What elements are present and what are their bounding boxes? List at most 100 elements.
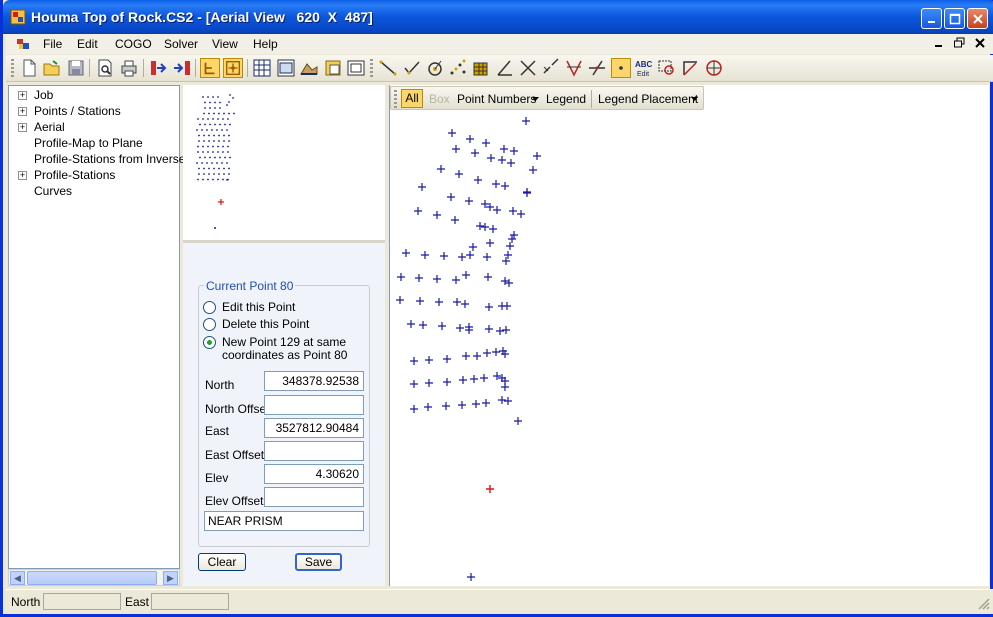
point-marker[interactable] [418, 183, 426, 191]
chevron-down-icon[interactable] [532, 97, 539, 101]
points-tool-icon[interactable] [448, 58, 468, 78]
maximize-button[interactable] [944, 8, 965, 29]
point-marker[interactable] [433, 211, 441, 219]
point-marker[interactable] [425, 379, 433, 387]
mdi-restore-icon[interactable] [954, 37, 965, 48]
expand-icon[interactable]: + [18, 123, 27, 132]
point-marker[interactable] [484, 273, 492, 281]
menu-solver[interactable]: Solver [164, 37, 198, 51]
point-marker[interactable] [419, 321, 427, 329]
point-marker[interactable] [533, 152, 541, 160]
elev-field[interactable]: 4.30620 [264, 464, 364, 484]
menu-file[interactable]: File [43, 37, 62, 51]
point-marker[interactable] [489, 225, 497, 233]
offset-tool-icon[interactable] [541, 58, 561, 78]
point-marker[interactable] [504, 251, 512, 259]
project-tree[interactable]: + Job + Points / Stations + Aerial Profi… [8, 85, 185, 569]
point-marker[interactable] [443, 355, 451, 363]
save-icon[interactable] [66, 58, 86, 78]
single-point-tool-icon[interactable] [611, 58, 631, 78]
point-marker[interactable] [465, 197, 473, 205]
mdi-child-icon[interactable] [16, 37, 30, 51]
export-icon[interactable] [172, 58, 192, 78]
north-offset-field[interactable] [264, 395, 364, 415]
point-marker[interactable] [529, 166, 537, 174]
point-marker[interactable] [473, 352, 481, 360]
point-marker[interactable] [492, 180, 500, 188]
point-marker[interactable] [458, 253, 466, 261]
point-marker[interactable] [501, 383, 509, 391]
angle-tool-icon[interactable] [495, 58, 515, 78]
point-marker[interactable] [474, 176, 482, 184]
point-marker[interactable] [480, 374, 488, 382]
point-marker[interactable] [415, 274, 423, 282]
point-marker[interactable] [455, 170, 463, 178]
point-marker[interactable] [397, 273, 405, 281]
point-marker[interactable] [469, 243, 477, 251]
map-toolbar-grip[interactable] [394, 90, 397, 108]
import-icon[interactable] [149, 58, 169, 78]
current-point-marker[interactable] [486, 485, 494, 493]
point-marker[interactable] [410, 405, 418, 413]
point-marker[interactable] [456, 324, 464, 332]
mdi-close-icon[interactable] [975, 38, 985, 48]
profile-icon[interactable] [299, 58, 319, 78]
point-marker[interactable] [482, 139, 490, 147]
tree-horizontal-scrollbar[interactable]: ◀ ▶ [8, 569, 180, 586]
new-point-label-line2[interactable]: coordinates as Point 80 [222, 349, 347, 362]
point-marker[interactable] [481, 223, 489, 231]
scroll-thumb[interactable] [27, 571, 157, 585]
point-marker[interactable] [483, 349, 491, 357]
point-marker[interactable] [466, 135, 474, 143]
point-marker[interactable] [453, 298, 461, 306]
point-marker[interactable] [517, 210, 525, 218]
point-marker[interactable] [507, 159, 515, 167]
point-marker[interactable] [510, 147, 518, 155]
point-marker[interactable] [410, 357, 418, 365]
grid-view-icon[interactable] [252, 58, 272, 78]
area-tool-icon[interactable] [471, 58, 491, 78]
chevron-down-icon[interactable] [691, 97, 698, 101]
curve-tool-icon[interactable] [425, 58, 445, 78]
point-marker[interactable] [506, 242, 514, 250]
point-marker[interactable] [508, 235, 516, 243]
point-marker[interactable] [514, 417, 522, 425]
toolbar-grip[interactable] [11, 59, 14, 77]
point-marker[interactable] [466, 251, 474, 259]
scroll-right-icon[interactable]: ▶ [163, 571, 178, 585]
aerial-view[interactable] [389, 85, 989, 586]
delete-point-radio[interactable] [203, 318, 216, 331]
point-marker[interactable] [440, 252, 448, 260]
menu-edit[interactable]: Edit [77, 37, 98, 51]
point-marker[interactable] [505, 279, 513, 287]
point-marker[interactable] [483, 253, 491, 261]
point-marker[interactable] [498, 156, 506, 164]
arc-tool-icon[interactable] [680, 58, 700, 78]
point-marker[interactable] [402, 249, 410, 257]
mdi-minimize-icon[interactable] [934, 38, 944, 48]
edit-point-label[interactable]: Edit this Point [222, 301, 295, 314]
point-marker[interactable] [435, 298, 443, 306]
point-marker[interactable] [421, 251, 429, 259]
point-marker[interactable] [476, 222, 484, 230]
new-file-icon[interactable] [19, 58, 39, 78]
clear-button[interactable]: Clear [198, 553, 246, 571]
line-tool-icon[interactable] [378, 58, 398, 78]
expand-icon[interactable]: + [18, 107, 27, 116]
point-marker[interactable] [452, 276, 460, 284]
perpendicular-tool-icon[interactable] [587, 58, 607, 78]
new-point-radio[interactable] [203, 336, 216, 349]
point-marker[interactable] [486, 239, 494, 247]
point-marker[interactable] [443, 378, 451, 386]
point-marker[interactable] [502, 326, 510, 334]
point-marker[interactable] [451, 216, 459, 224]
point-marker[interactable] [438, 322, 446, 330]
point-marker[interactable] [396, 296, 404, 304]
delete-point-label[interactable]: Delete this Point [222, 318, 309, 331]
legend-placement-dropdown[interactable]: Legend Placement [598, 92, 698, 106]
north-field[interactable]: 348378.92538 [264, 371, 364, 391]
point-marker[interactable] [498, 396, 506, 404]
point-marker[interactable] [509, 207, 517, 215]
circle-tool-icon[interactable] [704, 58, 724, 78]
frame-icon[interactable] [346, 58, 366, 78]
